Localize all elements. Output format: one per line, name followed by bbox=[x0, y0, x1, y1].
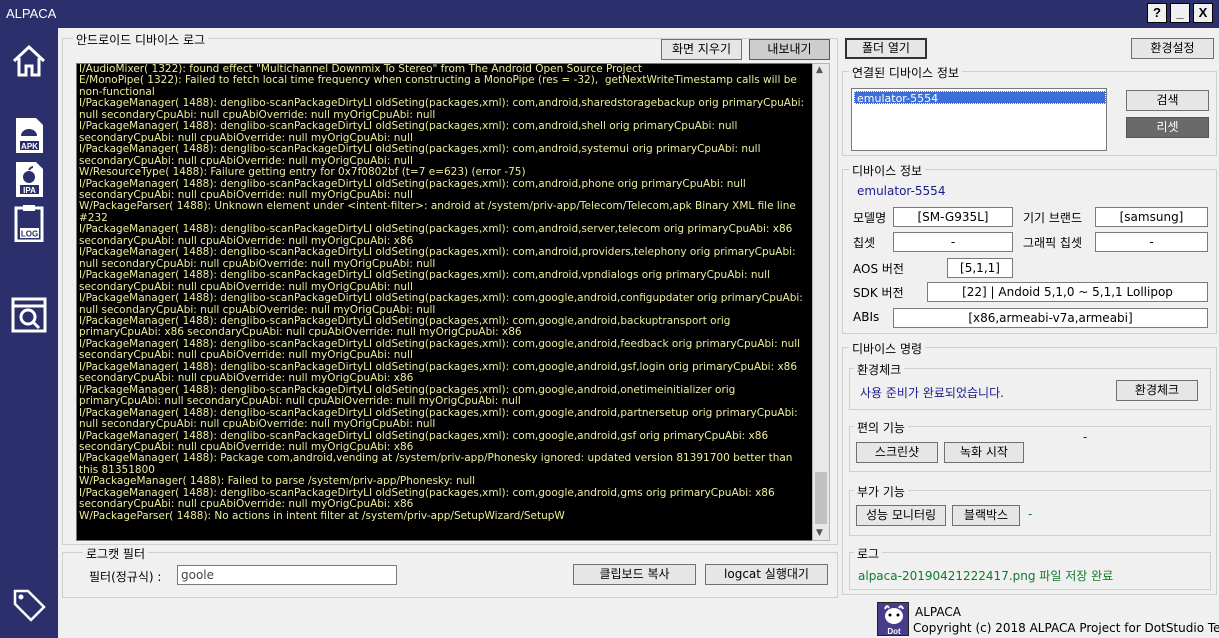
log-label: LOG bbox=[21, 230, 38, 239]
footer-copyright: Copyright (c) 2018 ALPACA Project for Do… bbox=[913, 621, 1219, 635]
brand-label: 기기 브랜드 bbox=[1023, 211, 1083, 225]
gpu-field: - bbox=[1095, 232, 1208, 252]
extra-functions-group: 부가 기능 성능 모니터링 블랙박스 - bbox=[849, 483, 1211, 536]
gpu-label: 그래픽 칩셋 bbox=[1023, 236, 1083, 250]
reset-button[interactable]: 리셋 bbox=[1126, 117, 1209, 138]
logcat-filter-group: 로그캣 필터 필터(정규식) : goole 클립보드 복사 logcat 실행… bbox=[62, 545, 838, 598]
extra-status: - bbox=[1028, 507, 1033, 521]
device-info-group: 디바이스 정보 emulator-5554 모델명 [SM-G935L] 기기 … bbox=[842, 162, 1217, 334]
aos-label: AOS 버전 bbox=[853, 262, 904, 276]
footer-logo-text: Dot bbox=[887, 627, 901, 636]
search-button[interactable]: 검색 bbox=[1126, 90, 1209, 111]
help-button[interactable]: ? bbox=[1147, 3, 1167, 23]
ipa-icon[interactable]: IPA bbox=[10, 160, 48, 198]
log-message: alpaca-20190421222417.png 파일 저장 완료 bbox=[858, 569, 1114, 583]
open-folder-button[interactable]: 폴더 열기 bbox=[845, 38, 927, 59]
connected-devices-group: 연결된 디바이스 정보 emulator-5554 검색 리셋 bbox=[842, 64, 1217, 156]
search-window-icon[interactable] bbox=[10, 296, 48, 334]
performance-monitoring-button[interactable]: 성능 모니터링 bbox=[856, 505, 946, 526]
device-list-item[interactable]: emulator-5554 bbox=[854, 91, 1106, 105]
copy-clipboard-button[interactable]: 클립보드 복사 bbox=[573, 564, 696, 585]
scroll-up-icon[interactable]: ▲ bbox=[816, 65, 823, 75]
close-button[interactable]: X bbox=[1193, 3, 1213, 23]
sdk-field: [22] | Andoid 5,1,0 ~ 5,1,1 Lollipop bbox=[927, 282, 1208, 302]
env-check-title: 환경체크 bbox=[854, 361, 905, 378]
aos-field: [5,1,1] bbox=[947, 258, 1013, 278]
env-check-button[interactable]: 환경체크 bbox=[1116, 380, 1198, 401]
log-group: 로그 alpaca-20190421222417.png 파일 저장 완료 bbox=[849, 545, 1211, 590]
logcat-run-button[interactable]: logcat 실행대기 bbox=[705, 564, 828, 585]
model-label: 모델명 bbox=[853, 211, 887, 225]
brand-field: [samsung] bbox=[1095, 207, 1208, 227]
minimize-button[interactable]: _ bbox=[1170, 3, 1190, 23]
home-icon[interactable] bbox=[10, 42, 48, 80]
device-commands-group: 디바이스 명령 환경체크 사용 준비가 완료되었습니다. 환경체크 편의 기능 … bbox=[842, 340, 1217, 595]
filter-input[interactable]: goole bbox=[177, 565, 397, 585]
sdk-label: SDK 버전 bbox=[853, 286, 904, 300]
device-info-title: 디바이스 정보 bbox=[849, 162, 926, 179]
log-scrollbar[interactable]: ▲ ▼ bbox=[812, 63, 830, 541]
scroll-down-icon[interactable]: ▼ bbox=[816, 528, 823, 538]
device-commands-title: 디바이스 명령 bbox=[849, 340, 926, 357]
apk-label: APK bbox=[21, 142, 38, 151]
ipa-label: IPA bbox=[23, 186, 36, 195]
export-button[interactable]: 내보내기 bbox=[749, 39, 830, 60]
window-title: ALPACA bbox=[6, 6, 57, 21]
chipset-label: 칩셋 bbox=[853, 236, 876, 250]
env-check-group: 환경체크 사용 준비가 완료되었습니다. 환경체크 bbox=[849, 361, 1211, 410]
filter-label: 필터(정규식) : bbox=[89, 570, 162, 584]
apk-icon[interactable]: APK bbox=[10, 116, 48, 154]
scroll-thumb[interactable] bbox=[815, 472, 827, 524]
log-output[interactable]: I/AudioMixer( 1322): found effect "Multi… bbox=[76, 63, 830, 541]
log-icon[interactable]: LOG bbox=[10, 204, 48, 242]
abis-label: ABIs bbox=[853, 310, 880, 324]
model-field: [SM-G935L] bbox=[893, 207, 1013, 227]
logcat-filter-title: 로그캣 필터 bbox=[83, 545, 149, 562]
env-status-text: 사용 준비가 완료되었습니다. bbox=[860, 386, 1004, 400]
record-start-button[interactable]: 녹화 시작 bbox=[944, 442, 1024, 463]
sidebar: APK IPA LOG bbox=[0, 28, 58, 638]
clear-screen-button[interactable]: 화면 지우기 bbox=[661, 39, 742, 60]
footer-logo: Dot bbox=[877, 602, 909, 636]
chipset-field: - bbox=[893, 232, 1013, 252]
log-title: 로그 bbox=[854, 545, 883, 562]
device-list[interactable]: emulator-5554 bbox=[851, 88, 1107, 151]
abis-field: [x86,armeabi-v7a,armeabi] bbox=[893, 308, 1208, 328]
blackbox-button[interactable]: 블랙박스 bbox=[952, 505, 1020, 526]
main-panel: 안드로이드 디바이스 로그 화면 지우기 내보내기 I/AudioMixer( … bbox=[58, 28, 1219, 638]
tag-icon[interactable] bbox=[10, 586, 48, 624]
extra-functions-title: 부가 기능 bbox=[854, 483, 908, 500]
settings-button[interactable]: 환경설정 bbox=[1131, 38, 1214, 59]
convenience-title: 편의 기능 bbox=[854, 419, 908, 436]
footer-app-name: ALPACA bbox=[915, 605, 961, 619]
screenshot-button[interactable]: 스크린샷 bbox=[856, 442, 938, 463]
device-log-title: 안드로이드 디바이스 로그 bbox=[73, 31, 209, 48]
log-text: I/AudioMixer( 1322): found effect "Multi… bbox=[79, 63, 805, 522]
convenience-status: - bbox=[1083, 430, 1088, 444]
convenience-group: 편의 기능 스크린샷 녹화 시작 - bbox=[849, 419, 1211, 472]
title-bar: ALPACA ? _ X bbox=[0, 0, 1219, 28]
connected-devices-title: 연결된 디바이스 정보 bbox=[849, 64, 962, 81]
device-name: emulator-5554 bbox=[857, 184, 946, 198]
